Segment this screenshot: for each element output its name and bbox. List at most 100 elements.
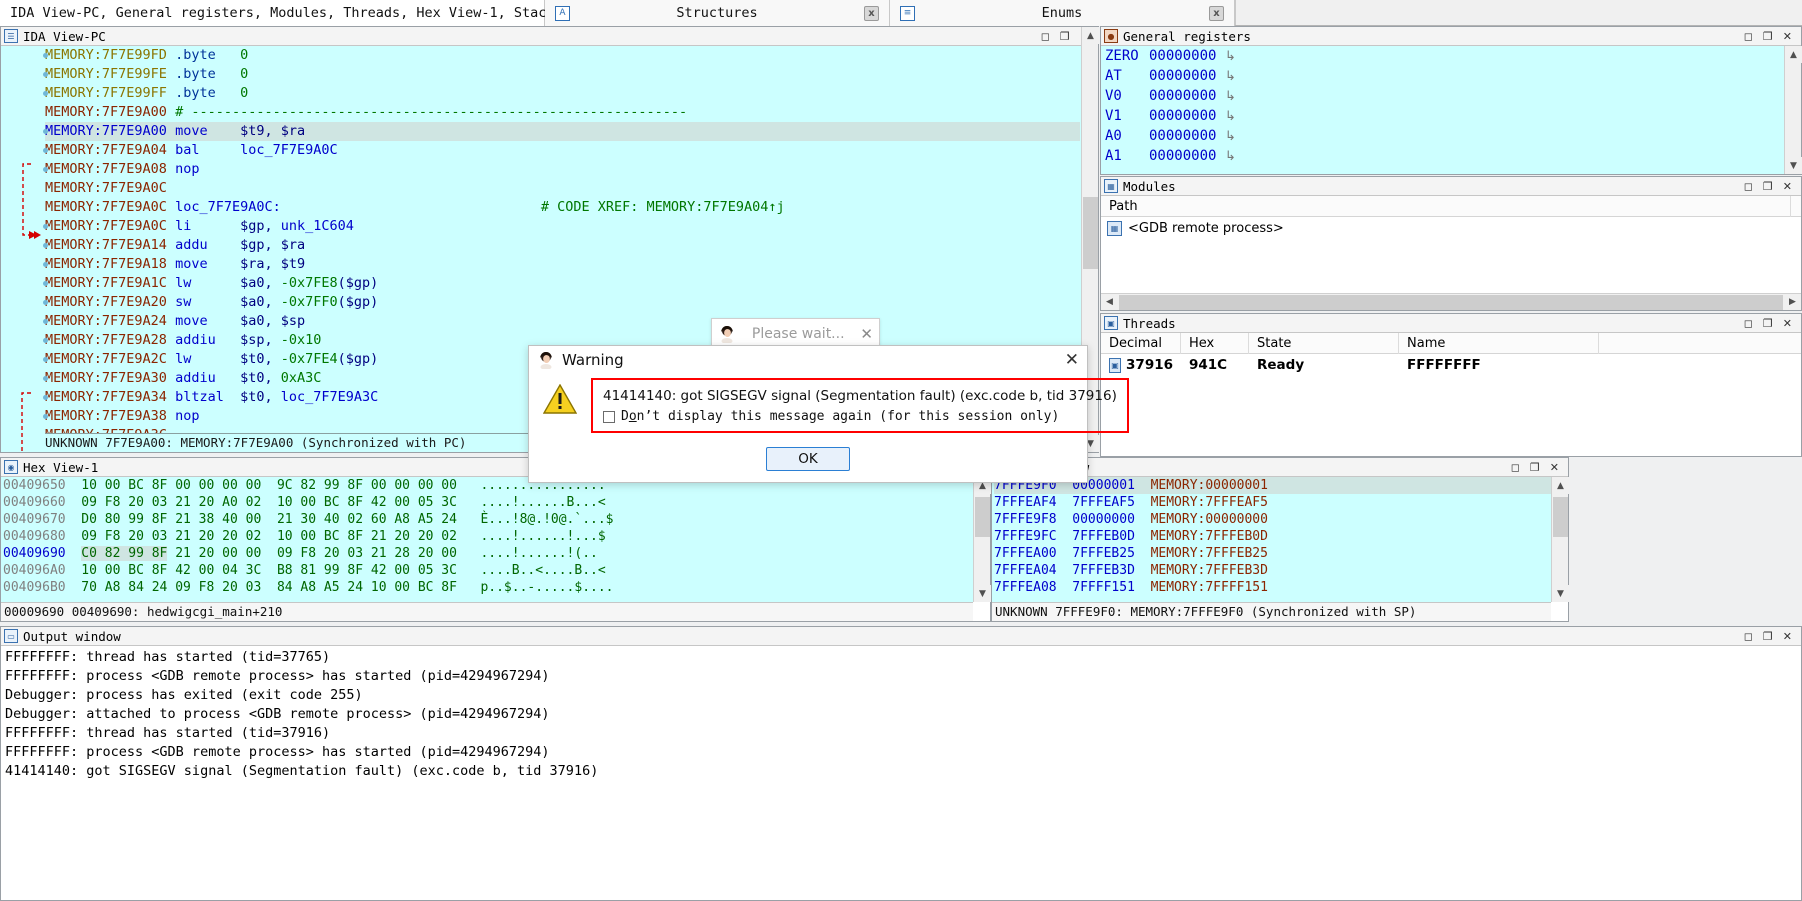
threads-column-hex[interactable]: Hex (1181, 332, 1249, 354)
jump-arrow-icon[interactable]: ↳ (1225, 109, 1236, 124)
modules-maximize-button[interactable]: ❐ (1763, 180, 1773, 193)
hex-bytes[interactable]: 10 00 BC 8F 00 00 00 00 9C 82 99 8F 00 0… (81, 478, 457, 493)
disassembly-line[interactable]: MEMORY:7F7E9A0C loc_7F7E9A0C: # CODE XRE… (45, 198, 1080, 217)
stack-view-scrollbar[interactable]: ▲ ▼ (1551, 477, 1569, 602)
stack-symbol[interactable]: MEMORY:7FFFEB25 (1151, 546, 1268, 561)
disassembly-minimize-button[interactable]: ◻ (1041, 30, 1050, 43)
scroll-thumb[interactable] (1083, 197, 1098, 269)
output-close-button[interactable]: ✕ (1783, 630, 1792, 643)
threads-body[interactable]: Decimal Hex State Name ▣ 37916 941C Read… (1101, 332, 1801, 456)
threads-column-decimal[interactable]: Decimal (1101, 332, 1181, 354)
registers-minimize-button[interactable]: ◻ (1744, 30, 1753, 43)
stack-view-minimize-button[interactable]: ◻ (1511, 461, 1520, 474)
threads-column-name[interactable]: Name (1399, 332, 1599, 354)
scroll-track[interactable] (1119, 294, 1783, 310)
modules-close-button[interactable]: ✕ (1783, 180, 1792, 193)
warning-close-icon[interactable]: ✕ (1065, 350, 1079, 370)
modules-minimize-button[interactable]: ◻ (1744, 180, 1753, 193)
register-value[interactable]: 00000000 (1149, 68, 1216, 84)
jump-arrow-icon[interactable]: ↳ (1225, 69, 1236, 84)
registers-body[interactable]: ZERO 00000000 ↳ AT 00000000 ↳ V0 00000000 ↳ V1… (1101, 46, 1801, 174)
register-value[interactable]: 00000000 (1149, 48, 1216, 64)
breakpoint-dot-icon[interactable] (43, 243, 48, 248)
scroll-left-icon[interactable]: ◀ (1101, 294, 1118, 311)
stack-value[interactable]: 7FFFEB25 (1072, 546, 1135, 561)
jump-arrow-icon[interactable]: ↳ (1225, 49, 1236, 64)
hex-row[interactable]: 004096A0 10 00 BC 8F 42 00 04 3C B8 81 9… (3, 562, 990, 579)
stack-row[interactable]: 7FFFE9F8 00000000 MEMORY:00000000 (994, 511, 1568, 528)
stack-row[interactable]: 7FFFEAF4 7FFFEAF5 MEMORY:7FFFEAF5 (994, 494, 1568, 511)
jump-arrow-icon[interactable]: ↳ (1225, 149, 1236, 164)
disassembly-line[interactable]: MEMORY:7F7E9A18 move $ra, $t9 (45, 255, 1080, 274)
hex-view-scrollbar[interactable]: ▲ ▼ (973, 477, 991, 602)
hex-row[interactable]: 004096B0 70 A8 84 24 09 F8 20 03 84 A8 A… (3, 579, 990, 596)
stack-view-body[interactable]: 7FFFE9F0 00000001 MEMORY:00000001 7FFFEAF… (992, 477, 1568, 602)
stack-value[interactable]: 7FFFF151 (1072, 580, 1135, 595)
output-maximize-button[interactable]: ❐ (1763, 630, 1773, 643)
hex-bytes[interactable]: 10 00 BC 8F 42 00 04 3C B8 81 99 8F 42 0… (81, 563, 457, 578)
register-value[interactable]: 00000000 (1149, 128, 1216, 144)
scroll-thumb[interactable] (975, 497, 990, 537)
breakpoint-dot-icon[interactable] (43, 414, 48, 419)
scroll-down-icon[interactable]: ▼ (974, 585, 991, 602)
stack-symbol[interactable]: MEMORY:7FFFEAF5 (1151, 495, 1268, 510)
breakpoint-dot-icon[interactable] (43, 148, 48, 153)
hex-bytes[interactable]: 09 F8 20 03 21 20 A0 02 10 00 BC 8F 42 0… (81, 495, 457, 510)
modules-hscrollbar[interactable]: ◀ ▶ (1101, 293, 1801, 310)
register-row[interactable]: A0 00000000 ↳ (1105, 126, 1801, 146)
stack-symbol[interactable]: MEMORY:7FFFEB3D (1151, 563, 1268, 578)
register-row[interactable]: V1 00000000 ↳ (1105, 106, 1801, 126)
stack-value[interactable]: 00000000 (1072, 512, 1135, 527)
modules-row[interactable]: ▦ <GDB remote process> (1101, 217, 1801, 239)
threads-close-button[interactable]: ✕ (1783, 317, 1792, 330)
breakpoint-dot-icon[interactable] (43, 376, 48, 381)
disassembly-line[interactable]: MEMORY:7F7E9A0C (45, 179, 1080, 198)
modules-body[interactable]: Path ▦ <GDB remote process> ◀ ▶ (1101, 195, 1801, 310)
breakpoint-dot-icon[interactable] (43, 357, 48, 362)
tab-ida-view-pc[interactable]: IDA View-PC, General registers, Modules,… (0, 0, 610, 26)
hex-row[interactable]: 00409680 09 F8 20 03 21 20 20 02 10 00 B… (3, 528, 990, 545)
disassembly-line[interactable]: MEMORY:7F7E9A00 # ----------------------… (45, 103, 1080, 122)
hex-row[interactable]: 00409670 D0 80 99 8F 21 38 40 00 21 30 4… (3, 511, 990, 528)
scroll-down-icon[interactable]: ▼ (1552, 585, 1569, 602)
modules-column-header[interactable]: Path (1101, 195, 1801, 217)
scroll-up-icon[interactable]: ▲ (1552, 477, 1569, 494)
disassembly-line[interactable]: MEMORY:7F7E9A20 sw $a0, -0x7FF0($gp) (45, 293, 1080, 312)
disassembly-line[interactable]: MEMORY:7F7E9A00 move $t9, $ra (45, 122, 1080, 141)
registers-maximize-button[interactable]: ❐ (1763, 30, 1773, 43)
disassembly-maximize-button[interactable]: ❐ (1060, 30, 1070, 43)
register-value[interactable]: 00000000 (1149, 148, 1216, 164)
scroll-thumb[interactable] (1553, 497, 1568, 537)
modules-panel[interactable]: ▦ Modules ◻ ❐ ✕ Path ▦ <GDB remote proce… (1100, 176, 1802, 311)
register-row[interactable]: AT 00000000 ↳ (1105, 66, 1801, 86)
hex-bytes[interactable]: 09 F8 20 03 21 20 20 02 10 00 BC 8F 21 2… (81, 529, 457, 544)
threads-maximize-button[interactable]: ❐ (1763, 317, 1773, 330)
stack-row[interactable]: 7FFFEA04 7FFFEB3D MEMORY:7FFFEB3D (994, 562, 1568, 579)
ok-button[interactable]: OK (766, 447, 850, 471)
disassembly-line[interactable]: MEMORY:7F7E99FD .byte 0 (45, 46, 1080, 65)
stack-symbol[interactable]: MEMORY:7FFFEB0D (1151, 529, 1268, 544)
breakpoint-dot-icon[interactable] (43, 281, 48, 286)
stack-symbol[interactable]: MEMORY:7FFFF151 (1151, 580, 1268, 595)
output-window-body[interactable]: FFFFFFFF: thread has started (tid=37765)… (1, 646, 1801, 900)
breakpoint-dot-icon[interactable] (43, 91, 48, 96)
tab-structures[interactable]: A Structures x (545, 0, 890, 26)
threads-column-header[interactable]: Decimal Hex State Name (1101, 332, 1801, 354)
tab-close-icon[interactable]: x (864, 5, 879, 21)
threads-row[interactable]: ▣ 37916 941C Ready FFFFFFFF (1101, 354, 1801, 377)
jump-arrow-icon[interactable]: ↳ (1225, 89, 1236, 104)
please-wait-close-icon[interactable]: ✕ (860, 325, 873, 343)
register-row[interactable]: A1 00000000 ↳ (1105, 146, 1801, 166)
stack-value[interactable]: 7FFFEB3D (1072, 563, 1135, 578)
stack-symbol[interactable]: MEMORY:00000001 (1151, 478, 1268, 493)
modules-column-path[interactable]: Path (1101, 195, 1791, 217)
warning-checkbox-row[interactable]: Don’t display this message again (for th… (603, 409, 1117, 424)
disassembly-line[interactable]: MEMORY:7F7E9A0C li $gp, unk_1C604 (45, 217, 1080, 236)
disassembly-line[interactable]: MEMORY:7F7E99FF .byte 0 (45, 84, 1080, 103)
breakpoint-dot-icon[interactable] (43, 338, 48, 343)
output-minimize-button[interactable]: ◻ (1744, 630, 1753, 643)
stack-row[interactable]: 7FFFE9FC 7FFFEB0D MEMORY:7FFFEB0D (994, 528, 1568, 545)
stack-row[interactable]: 7FFFEA00 7FFFEB25 MEMORY:7FFFEB25 (994, 545, 1568, 562)
scroll-up-icon[interactable]: ▲ (1785, 46, 1802, 63)
register-value[interactable]: 00000000 (1149, 108, 1216, 124)
